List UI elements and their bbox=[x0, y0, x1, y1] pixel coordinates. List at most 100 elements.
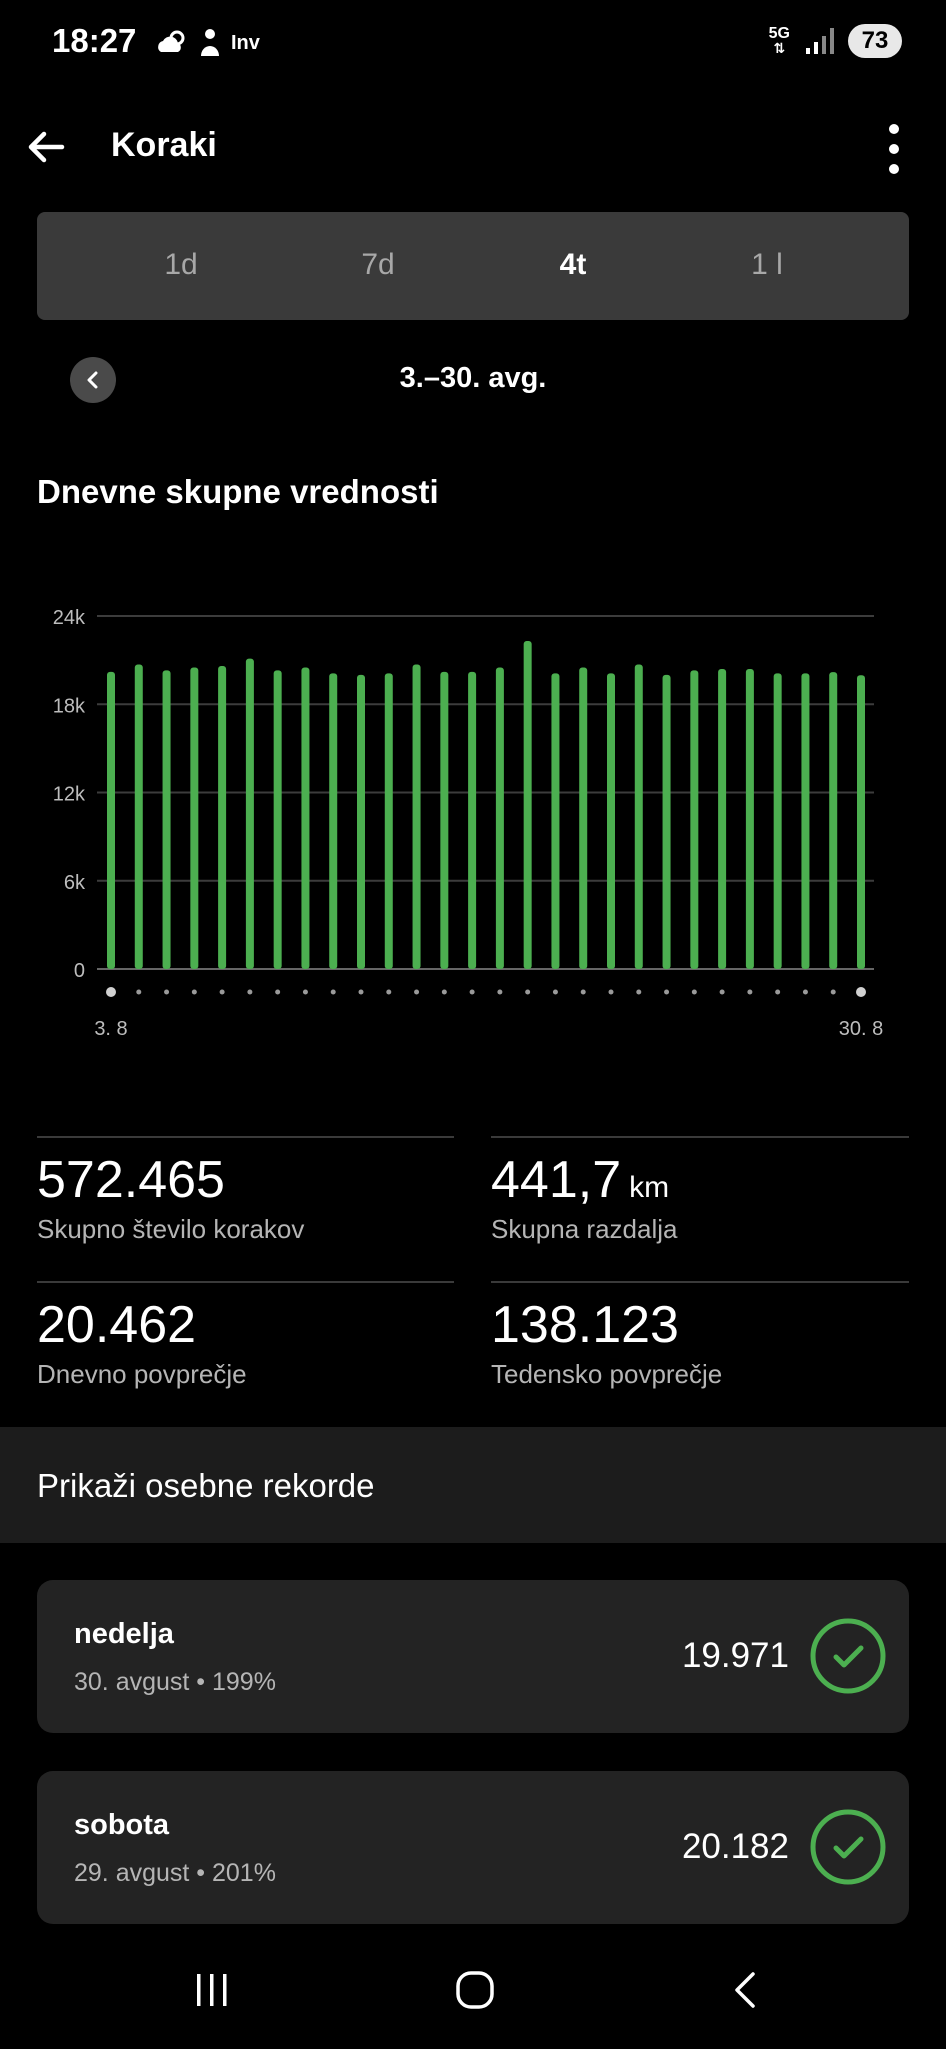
chart-bar bbox=[162, 670, 171, 969]
chart-bar bbox=[662, 674, 671, 969]
weekly-average-value: 138.123 bbox=[491, 1296, 679, 1354]
x-axis-dot bbox=[469, 989, 475, 995]
section-title: Dnevne skupne vrednosti bbox=[37, 473, 439, 510]
chart-bar bbox=[801, 673, 810, 969]
chart-bar bbox=[107, 671, 115, 969]
chart-bar bbox=[134, 664, 143, 969]
network-5g-icon: 5G ⇅ bbox=[768, 25, 790, 56]
total-distance-unit: km bbox=[629, 1171, 670, 1204]
x-axis-dot bbox=[441, 989, 447, 995]
x-axis-dot bbox=[664, 989, 670, 995]
total-distance-value: 441,7 bbox=[491, 1151, 622, 1209]
more-dot bbox=[889, 144, 899, 154]
chart-bar bbox=[301, 667, 310, 969]
battery-indicator: 73 bbox=[848, 24, 902, 58]
more-dot bbox=[889, 124, 899, 134]
chart-bar bbox=[245, 658, 254, 969]
x-axis-dot bbox=[330, 989, 336, 995]
y-tick-label: 6k bbox=[64, 872, 86, 894]
x-axis-dot bbox=[247, 989, 253, 995]
back-button[interactable] bbox=[22, 122, 72, 172]
chart-bar bbox=[551, 673, 560, 969]
x-axis-dot bbox=[358, 989, 364, 995]
x-tick-label: 3. 8 bbox=[94, 1018, 127, 1040]
steps-bar-chart: 24k 18k 12k 6k 0 3. 8 30. 8 bbox=[53, 607, 883, 1040]
x-axis-dot bbox=[136, 989, 142, 995]
x-axis-dot bbox=[856, 987, 866, 997]
total-steps-label: Skupno število korakov bbox=[37, 1214, 305, 1244]
x-axis-dot bbox=[691, 989, 697, 995]
chart-bar bbox=[468, 671, 477, 969]
y-tick-label: 0 bbox=[74, 960, 85, 982]
check-circle-icon bbox=[810, 1809, 886, 1885]
record-date: 29. avgust • 201% bbox=[74, 1859, 276, 1887]
personal-records-toggle[interactable]: Prikaži osebne rekorde bbox=[0, 1427, 946, 1543]
x-axis-dot bbox=[302, 989, 308, 995]
status-right: 5G ⇅ 73 bbox=[769, 24, 902, 58]
x-axis-dot bbox=[580, 989, 586, 995]
date-range: 3.–30. avg. bbox=[399, 362, 547, 394]
check-circle-icon bbox=[810, 1618, 886, 1694]
page-title: Koraki bbox=[111, 126, 217, 164]
x-tick-label: 30. 8 bbox=[839, 1018, 883, 1040]
chart-bar bbox=[579, 667, 588, 969]
x-axis-dot bbox=[497, 989, 503, 995]
tab-1l[interactable]: 1 l bbox=[751, 248, 783, 282]
x-axis-dot bbox=[552, 989, 558, 995]
total-distance: 441,7 km bbox=[491, 1150, 669, 1210]
status-icons: Inv bbox=[155, 28, 260, 58]
chart-bar bbox=[634, 664, 643, 969]
record-card[interactable]: sobota 29. avgust • 201% 20.182 bbox=[37, 1771, 909, 1924]
status-time: 18:27 bbox=[52, 22, 137, 59]
record-value: 19.971 bbox=[681, 1636, 789, 1675]
chart-bar bbox=[329, 673, 338, 969]
tab-1d[interactable]: 1d bbox=[164, 248, 197, 282]
daily-average-label: Dnevno povprečje bbox=[37, 1359, 247, 1389]
x-axis-dot bbox=[191, 989, 197, 995]
chart-bar bbox=[745, 668, 754, 969]
record-day: sobota bbox=[74, 1809, 170, 1841]
chart-bar bbox=[190, 667, 199, 969]
person-icon bbox=[201, 29, 219, 56]
x-axis-dot bbox=[386, 989, 392, 995]
weekly-average-label: Tedensko povprečje bbox=[491, 1359, 723, 1389]
chart-bar bbox=[718, 668, 727, 969]
chart-bar bbox=[440, 671, 449, 969]
chart-bar bbox=[384, 673, 393, 969]
x-axis-dot bbox=[802, 989, 808, 995]
recent-apps-icon[interactable] bbox=[192, 1970, 232, 2010]
x-axis-dot bbox=[608, 989, 614, 995]
system-nav-bar bbox=[0, 1940, 946, 2049]
x-axis-dot bbox=[719, 989, 725, 995]
weather-icon bbox=[158, 30, 185, 52]
x-axis-dot bbox=[775, 989, 781, 995]
divider bbox=[491, 1136, 909, 1138]
chart-bar bbox=[412, 664, 421, 969]
y-tick-label: 24k bbox=[53, 607, 86, 629]
period-selector: 1d 7d 4t 1 l bbox=[37, 212, 909, 320]
record-card[interactable]: nedelja 30. avgust • 199% 19.971 bbox=[37, 1580, 909, 1733]
status-text: Inv bbox=[231, 31, 260, 54]
record-value: 20.182 bbox=[681, 1827, 789, 1866]
y-tick-label: 12k bbox=[53, 784, 86, 806]
chart-bar bbox=[523, 641, 532, 969]
total-distance-label: Skupna razdalja bbox=[491, 1214, 678, 1244]
more-options-button[interactable] bbox=[882, 124, 906, 174]
more-dot bbox=[889, 164, 899, 174]
chart-bar bbox=[218, 666, 227, 969]
divider bbox=[37, 1136, 454, 1138]
record-date: 30. avgust • 199% bbox=[74, 1668, 276, 1696]
tab-7d[interactable]: 7d bbox=[361, 248, 394, 282]
home-icon[interactable] bbox=[455, 1970, 495, 2010]
chart-bar bbox=[495, 667, 504, 969]
daily-average-value: 20.462 bbox=[37, 1296, 197, 1354]
chart-bar bbox=[829, 672, 838, 969]
back-nav-icon[interactable] bbox=[726, 1970, 766, 2010]
chart-bar bbox=[773, 673, 782, 969]
y-tick-label: 18k bbox=[53, 695, 86, 717]
total-steps-value: 572.465 bbox=[37, 1151, 225, 1209]
tab-4t[interactable]: 4t bbox=[560, 248, 587, 282]
x-axis-dot bbox=[275, 989, 281, 995]
x-axis-dot bbox=[414, 989, 420, 995]
signal-icon bbox=[806, 28, 834, 54]
